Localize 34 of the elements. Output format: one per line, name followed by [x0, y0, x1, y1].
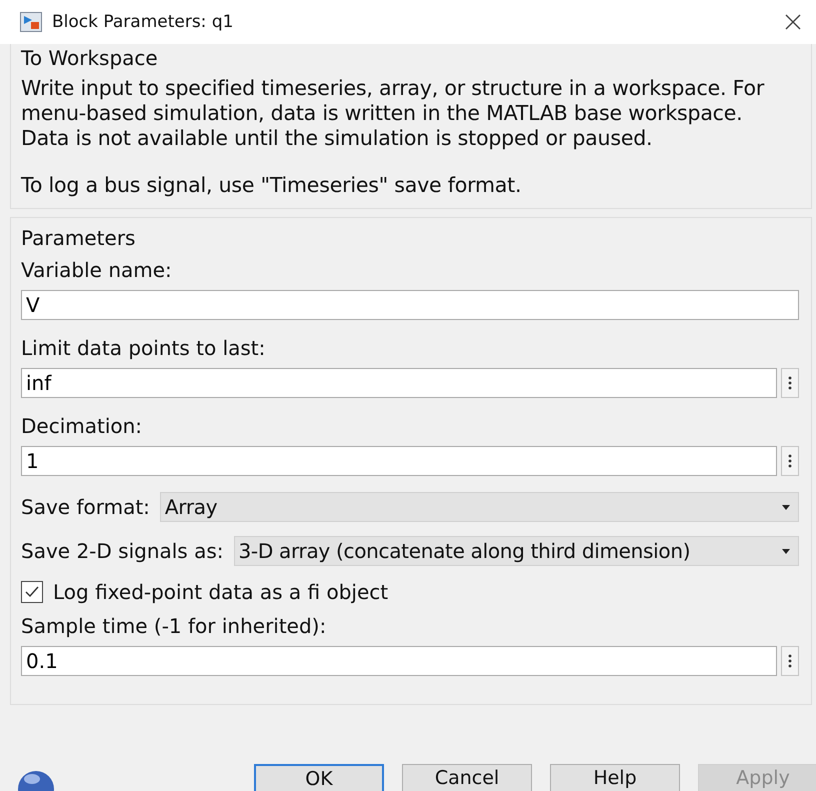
- group-title: To Workspace: [21, 45, 159, 70]
- field-label: Limit data points to last:: [21, 336, 266, 360]
- caret-icon: [782, 504, 790, 510]
- more-icon: [788, 654, 792, 668]
- more-icon: [788, 454, 792, 468]
- input-field[interactable]: 1: [21, 446, 777, 476]
- checkbox-label: Log fixed-point data as a fi object: [53, 580, 388, 604]
- field-label: Variable name:: [21, 258, 173, 282]
- more-button[interactable]: [781, 368, 799, 398]
- dialog-button[interactable]: Cancel: [402, 764, 532, 791]
- field-label: Save format:: [21, 495, 150, 519]
- dialog-button[interactable]: Help: [550, 764, 680, 791]
- input-field[interactable]: V: [21, 290, 799, 320]
- more-button[interactable]: [781, 446, 799, 476]
- caret-icon: [782, 548, 790, 554]
- field-label: Save 2-D signals as:: [21, 539, 224, 563]
- description-text: Write input to specified timeseries, array, or structure in a workspace. For menu-based simulation, data is written in the MATLAB base workspace. Data is not available until the simulation is stopped or paused.: [21, 76, 766, 151]
- window-title: Block Parameters: q1: [52, 12, 234, 32]
- input-field[interactable]: inf: [21, 368, 777, 398]
- more-icon: [788, 376, 792, 390]
- field-label: Sample time (-1 for inherited):: [21, 614, 328, 638]
- dialog-button[interactable]: OK: [254, 764, 384, 791]
- field-label: Decimation:: [21, 414, 144, 438]
- input-field[interactable]: 0.1: [21, 646, 777, 676]
- description-text: To log a bus signal, use "Timeseries" save format.: [21, 173, 522, 198]
- group-title: Parameters: [21, 225, 136, 250]
- more-button[interactable]: [781, 646, 799, 676]
- close-icon[interactable]: [784, 13, 802, 31]
- block-icon: [20, 12, 42, 32]
- help-icon[interactable]: [16, 769, 56, 791]
- checkbox[interactable]: [21, 581, 43, 603]
- dropdown[interactable]: 3-D array (concatenate along third dimension): [234, 536, 799, 566]
- check-icon: [24, 585, 40, 599]
- dropdown[interactable]: Array: [160, 492, 799, 522]
